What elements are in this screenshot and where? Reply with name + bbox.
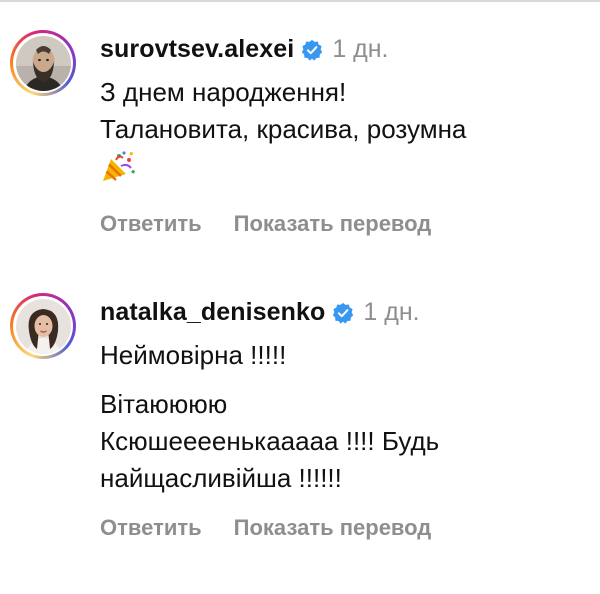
comment-actions: Ответить Показать перевод bbox=[100, 211, 590, 237]
verified-badge-icon bbox=[332, 302, 354, 324]
comment-username[interactable]: natalka_denisenko bbox=[100, 298, 325, 327]
story-ring[interactable] bbox=[10, 293, 76, 359]
reply-button[interactable]: Ответить bbox=[100, 515, 202, 541]
reply-button[interactable]: Ответить bbox=[100, 211, 202, 237]
avatar[interactable] bbox=[15, 298, 71, 354]
comment-time: 1 дн. bbox=[332, 34, 389, 63]
avatar[interactable] bbox=[15, 35, 71, 91]
show-translation-button[interactable]: Показать перевод bbox=[234, 211, 432, 237]
comment-username[interactable]: surovtsev.alexei bbox=[100, 35, 294, 64]
top-divider bbox=[0, 0, 600, 2]
show-translation-button[interactable]: Показать перевод bbox=[234, 515, 432, 541]
comment-actions: Ответить Показать перевод bbox=[100, 515, 590, 541]
comment-time: 1 дн. bbox=[363, 297, 420, 326]
verified-badge-icon bbox=[301, 39, 323, 61]
comment-text-line: Вітаюююю bbox=[100, 389, 228, 419]
comment-text-line: найщасливійша !!!!!! bbox=[100, 463, 342, 493]
comment-text-line: З днем народження! bbox=[100, 77, 347, 107]
story-ring[interactable] bbox=[10, 30, 76, 96]
party-popper-emoji-icon bbox=[100, 150, 136, 184]
comment-text-line: Талановита, красива, розумна bbox=[100, 114, 467, 144]
comment-text-line: Неймовірна !!!!! bbox=[100, 340, 287, 370]
comment-text-line: Ксюшеееенькааааа !!!! Будь bbox=[100, 426, 440, 456]
